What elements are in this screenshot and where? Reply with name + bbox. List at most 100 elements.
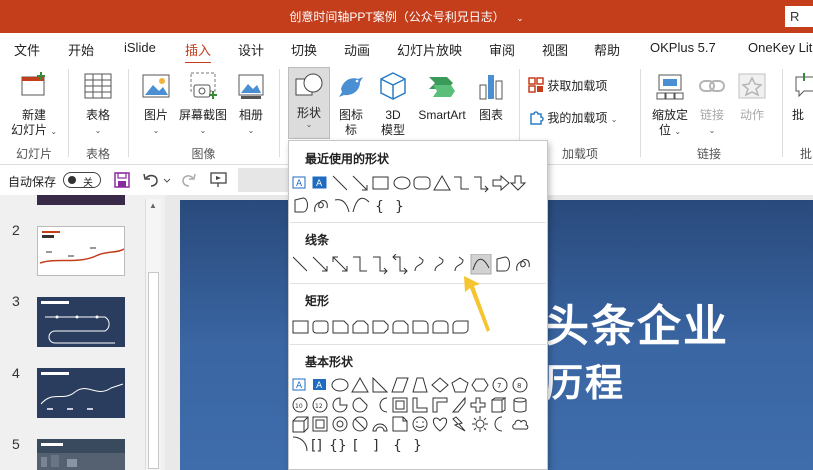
pie-icon[interactable] bbox=[332, 397, 348, 413]
tab-view[interactable]: 视图 bbox=[542, 40, 568, 59]
freeform-shape-icon[interactable] bbox=[294, 197, 308, 213]
arc-icon[interactable] bbox=[334, 199, 350, 213]
curve-icon[interactable] bbox=[352, 197, 370, 213]
rectangle-icon[interactable] bbox=[372, 176, 389, 190]
half-frame-icon[interactable] bbox=[412, 397, 428, 413]
rounded-rectangle-icon[interactable] bbox=[413, 176, 431, 190]
elbow-arrow-connector-icon[interactable] bbox=[474, 176, 489, 193]
chart-button[interactable]: 图表 bbox=[474, 71, 508, 123]
trapezoid-icon[interactable] bbox=[412, 377, 428, 393]
decagon-icon[interactable]: 10 bbox=[292, 397, 308, 413]
elbow-arrow-icon[interactable] bbox=[373, 256, 388, 275]
teardrop-icon[interactable] bbox=[379, 397, 388, 413]
zoom-button[interactable]: 缩放定 位 ⌄ bbox=[648, 71, 692, 139]
tab-onekey[interactable]: OneKey Lit bbox=[748, 40, 812, 55]
my-addins-button[interactable]: 我的加载项 ⌄ bbox=[528, 109, 632, 127]
tab-animations[interactable]: 动画 bbox=[344, 40, 370, 59]
basic-vertical-textbox-icon[interactable]: A bbox=[313, 379, 326, 391]
slide-thumb-1[interactable] bbox=[37, 195, 125, 205]
arc-shape-icon[interactable] bbox=[292, 436, 308, 452]
redo-icon[interactable] bbox=[180, 172, 198, 188]
curved-arrow-connector-icon[interactable] bbox=[434, 256, 444, 272]
right-brace-icon[interactable]: } bbox=[395, 199, 404, 215]
plaque-icon[interactable] bbox=[491, 397, 507, 413]
tab-insert[interactable]: 插入 bbox=[185, 40, 212, 65]
scribble-line-icon[interactable] bbox=[516, 259, 530, 272]
down-arrow-icon[interactable] bbox=[509, 175, 527, 191]
new-slide-button[interactable]: 新建 幻灯片 ⌄ bbox=[8, 71, 60, 139]
right-bracket-icon[interactable]: ] bbox=[373, 438, 378, 454]
line-double-arrow-icon[interactable] bbox=[332, 256, 348, 272]
snip-corner-rect-icon[interactable] bbox=[332, 320, 349, 334]
frame-icon[interactable] bbox=[392, 397, 408, 413]
pentagon-icon[interactable] bbox=[451, 377, 469, 393]
textbox-icon[interactable]: A bbox=[292, 176, 306, 189]
no-symbol-icon[interactable] bbox=[352, 416, 368, 432]
basic-triangle-icon[interactable] bbox=[351, 377, 369, 393]
slide-title-line-2[interactable]: 历程 bbox=[545, 352, 625, 407]
curve-line-icon[interactable] bbox=[470, 254, 492, 275]
basic-oval-icon[interactable] bbox=[331, 378, 349, 392]
plus-icon[interactable] bbox=[470, 397, 486, 413]
undo-icon[interactable] bbox=[142, 172, 160, 188]
chevron-down-icon[interactable]: ⌄ bbox=[516, 13, 524, 24]
tab-home[interactable]: 开始 bbox=[68, 40, 94, 59]
bevel-icon[interactable] bbox=[312, 416, 328, 432]
elbow-icon[interactable] bbox=[353, 256, 367, 272]
autosave-toggle[interactable]: 关 bbox=[63, 172, 101, 189]
line-shape-icon[interactable] bbox=[332, 175, 348, 191]
slide-thumb-5[interactable] bbox=[37, 439, 125, 470]
scroll-thumb[interactable] bbox=[148, 272, 159, 469]
table-button[interactable]: 表格 ⌄ bbox=[77, 71, 119, 138]
scribble-icon[interactable] bbox=[314, 200, 328, 213]
smartart-button[interactable]: SmartArt bbox=[414, 71, 470, 123]
scroll-up-icon[interactable]: ▲ bbox=[149, 201, 157, 210]
hexagon-icon[interactable] bbox=[471, 378, 489, 392]
link-button[interactable]: 链接 ⌄ bbox=[694, 71, 730, 138]
tab-transitions[interactable]: 切换 bbox=[291, 40, 317, 59]
right-triangle-icon[interactable] bbox=[372, 377, 389, 393]
cloud-icon[interactable] bbox=[512, 419, 529, 430]
screenshot-button[interactable]: 屏幕截图 ⌄ bbox=[177, 71, 229, 138]
tab-slideshow[interactable]: 幻灯片放映 bbox=[397, 40, 462, 59]
shapes-button[interactable]: 形状 ⌄ bbox=[288, 67, 330, 139]
slide-title-line-1[interactable]: 头条企业 bbox=[545, 290, 729, 354]
line-icon[interactable] bbox=[292, 256, 308, 272]
round-single-corner-rect-icon[interactable] bbox=[412, 320, 429, 334]
round-same-side-rect-icon[interactable] bbox=[432, 320, 449, 334]
can-icon[interactable] bbox=[513, 397, 527, 413]
get-addins-button[interactable]: 获取加载项 bbox=[528, 77, 628, 94]
triangle-icon[interactable] bbox=[433, 174, 451, 191]
heart-icon[interactable] bbox=[432, 417, 448, 432]
heptagon-icon[interactable]: 7 bbox=[492, 377, 508, 393]
tab-help[interactable]: 帮助 bbox=[594, 40, 620, 59]
chevron-down-icon[interactable] bbox=[163, 177, 171, 185]
tab-review[interactable]: 审阅 bbox=[489, 40, 515, 59]
diamond-icon[interactable] bbox=[431, 377, 449, 393]
elbow-double-arrow-icon[interactable] bbox=[392, 254, 408, 275]
freeform-icon[interactable] bbox=[496, 256, 510, 272]
slide-thumb-3[interactable] bbox=[37, 297, 125, 347]
action-button[interactable]: 动作 bbox=[734, 71, 770, 123]
tab-file[interactable]: 文件 bbox=[14, 40, 40, 59]
moon-icon[interactable] bbox=[494, 416, 503, 432]
3d-model-button[interactable]: 3D 模型 bbox=[374, 71, 412, 138]
tab-design[interactable]: 设计 bbox=[238, 40, 264, 59]
diagonal-stripe-icon[interactable] bbox=[451, 396, 466, 413]
block-arc-icon[interactable] bbox=[372, 423, 388, 432]
dodecagon-icon[interactable]: 12 bbox=[312, 397, 328, 413]
lightning-icon[interactable] bbox=[452, 416, 466, 432]
chord-icon[interactable] bbox=[352, 397, 368, 413]
right-arrow-icon[interactable] bbox=[492, 174, 510, 192]
oval-icon[interactable] bbox=[393, 176, 411, 190]
parallelogram-icon[interactable] bbox=[391, 377, 409, 393]
account-button[interactable]: R bbox=[785, 6, 813, 27]
picture-button[interactable]: 图片 ⌄ bbox=[138, 71, 174, 138]
arrow-line-icon[interactable] bbox=[352, 175, 368, 191]
tab-islide[interactable]: iSlide bbox=[124, 40, 156, 55]
left-brace-icon[interactable]: { bbox=[375, 199, 384, 215]
rect-icon[interactable] bbox=[292, 320, 309, 334]
snip-same-side-rect-icon[interactable] bbox=[352, 320, 369, 334]
slide-thumb-4[interactable] bbox=[37, 368, 125, 418]
double-bracket-icon[interactable]: [] bbox=[311, 438, 322, 454]
